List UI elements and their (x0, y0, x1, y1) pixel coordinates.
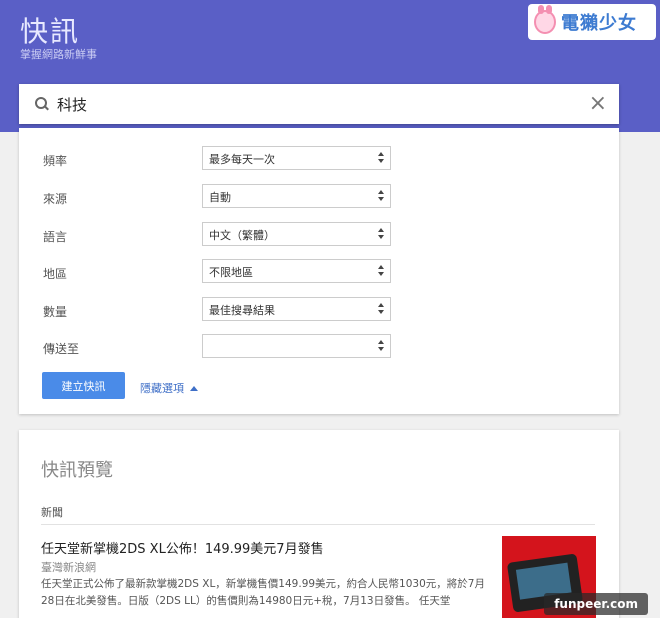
article-title-link[interactable]: 任天堂新掌機2DS XL公佈！149.99美元7月發售 (41, 538, 324, 557)
quantity-value: 最佳搜尋結果 (209, 304, 275, 317)
source-value: 自動 (209, 191, 231, 204)
option-label-quantity: 數量 (43, 305, 68, 319)
article-snippet: 任天堂正式公佈了最新款掌機2DS XL，新掌機售價149.99美元，約合人民幣1… (41, 578, 485, 607)
app-title: 快訊 (20, 15, 81, 48)
select-arrows-icon (378, 340, 384, 352)
close-icon[interactable]: × (589, 93, 607, 115)
option-label-frequency: 頻率 (43, 154, 68, 168)
select-arrows-icon (378, 265, 384, 277)
quantity-select[interactable]: 最佳搜尋結果 (202, 297, 391, 321)
article-source: 臺灣新浪網 (41, 561, 96, 574)
create-alert-button[interactable]: 建立快訊 (42, 372, 125, 399)
alert-options-panel: 頻率 最多每天一次 來源 自動 語言 中文（繁體） 地區 不限地區 數量 最佳搜… (19, 128, 619, 414)
frequency-value: 最多每天一次 (209, 153, 275, 166)
language-value: 中文（繁體） (209, 229, 275, 242)
alert-preview-panel: 快訊預覽 新聞 任天堂新掌機2DS XL公佈！149.99美元7月發售 臺灣新浪… (19, 430, 619, 618)
select-arrows-icon (378, 190, 384, 202)
preview-title: 快訊預覽 (41, 460, 113, 481)
deliver-to-select[interactable] (202, 334, 391, 358)
divider (41, 524, 595, 525)
select-arrows-icon (378, 303, 384, 315)
option-label-source: 來源 (43, 192, 68, 206)
hide-options-label: 隱藏選項 (140, 382, 184, 395)
app-subtitle: 掌握網路新鮮事 (20, 48, 97, 61)
caret-up-icon (190, 385, 198, 391)
brand-logo: 電獺少女 (528, 4, 656, 40)
hide-options-link[interactable]: 隱藏選項 (140, 380, 198, 396)
section-label-news: 新聞 (41, 506, 63, 519)
region-value: 不限地區 (209, 266, 253, 279)
select-arrows-icon (378, 228, 384, 240)
search-icon (35, 97, 49, 111)
select-arrows-icon (378, 152, 384, 164)
option-label-region: 地區 (43, 267, 68, 281)
watermark: funpeer.com (544, 593, 648, 615)
option-label-deliver-to: 傳送至 (43, 342, 80, 356)
region-select[interactable]: 不限地區 (202, 259, 391, 283)
option-label-language: 語言 (43, 230, 68, 244)
search-bar: × (19, 84, 619, 124)
mascot-icon (534, 5, 556, 34)
search-input[interactable] (57, 95, 589, 113)
language-select[interactable]: 中文（繁體） (202, 222, 391, 246)
brand-name: 電獺少女 (561, 13, 637, 34)
source-select[interactable]: 自動 (202, 184, 391, 208)
frequency-select[interactable]: 最多每天一次 (202, 146, 391, 170)
